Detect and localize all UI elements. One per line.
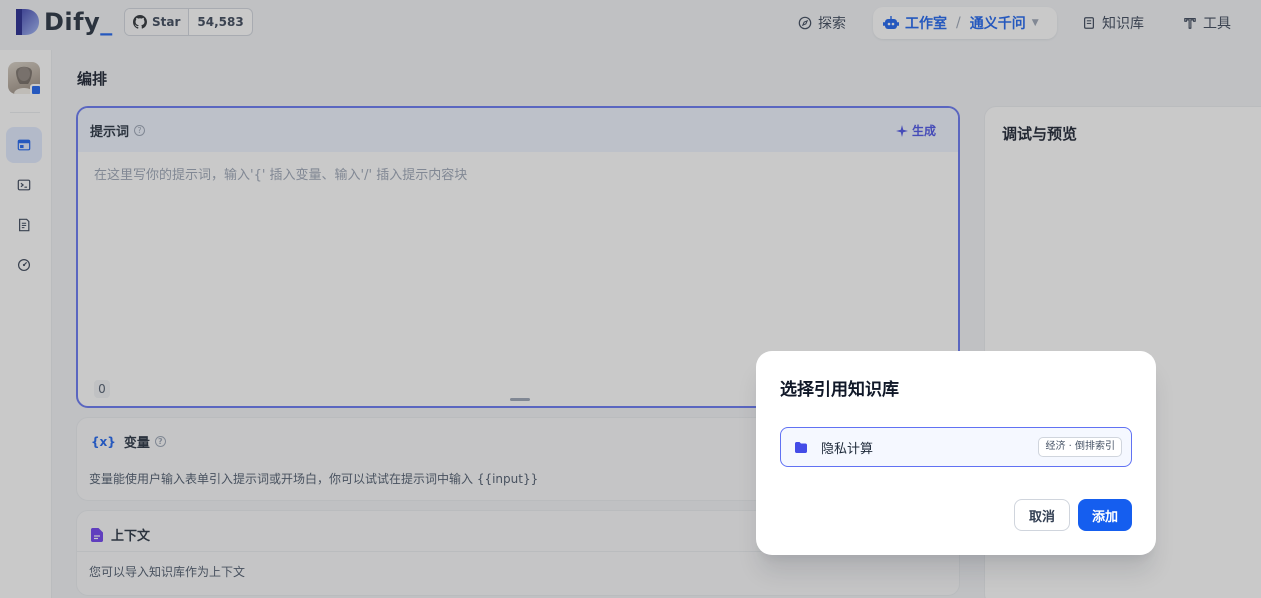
knowledge-item-name: 隐私计算 [821, 442, 874, 457]
add-button[interactable]: 添加 [1078, 499, 1132, 531]
cancel-button[interactable]: 取消 [1014, 499, 1070, 531]
index-type-badge: 经济 · 倒排索引 [1038, 437, 1122, 457]
folder-icon [793, 439, 809, 455]
select-knowledge-modal: 选择引用知识库 隐私计算 经济 · 倒排索引 取消 添加 [756, 351, 1156, 555]
modal-title: 选择引用知识库 [780, 380, 899, 400]
knowledge-item[interactable]: 隐私计算 经济 · 倒排索引 [780, 427, 1132, 467]
